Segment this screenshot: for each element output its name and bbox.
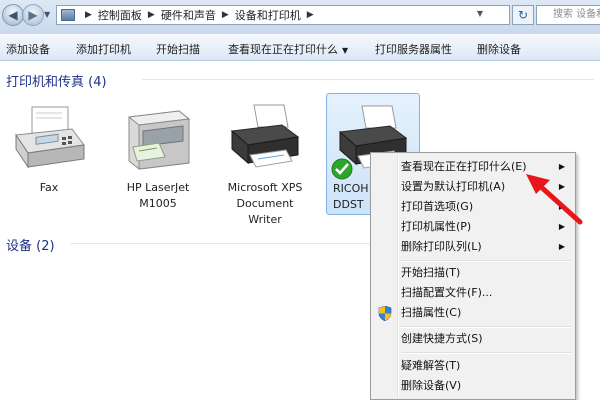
red-arrow-annotation-icon [526, 174, 583, 225]
